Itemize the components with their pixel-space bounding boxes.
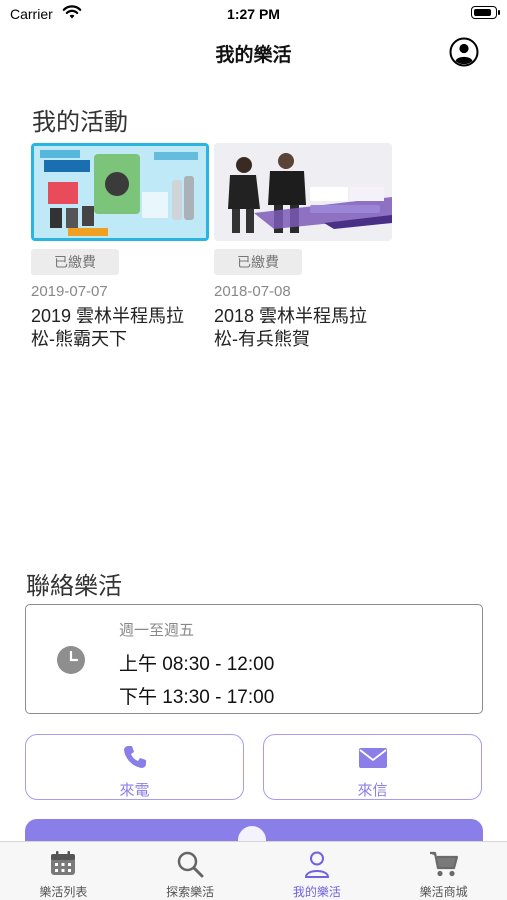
- business-days: 週一至週五: [119, 622, 195, 639]
- call-label: 來電: [119, 782, 150, 799]
- tab-bar: 樂活列表 探索樂活 我的樂活 樂活商城: [0, 841, 507, 900]
- morning-hours: 上午 08:30 - 12:00: [119, 654, 275, 675]
- status-time: 1:27 PM: [227, 6, 280, 22]
- event-title-line: 松-有兵熊賀: [214, 329, 310, 349]
- business-hours-box: 週一至週五 上午 08:30 - 12:00 下午 13:30 - 17:00: [25, 604, 483, 714]
- event-title: 2019 雲林半程馬拉 松-熊霸天下: [31, 305, 209, 351]
- phone-icon: [123, 746, 146, 768]
- event-date: 2018-07-08: [214, 283, 291, 300]
- status-badge: 已繳費: [31, 249, 119, 275]
- tab-label: 樂活列表: [39, 885, 88, 899]
- tab-my-lohas[interactable]: 我的樂活: [254, 842, 381, 900]
- afternoon-hours: 下午 13:30 - 17:00: [119, 687, 275, 708]
- person-icon: [304, 851, 329, 878]
- search-icon: [177, 851, 204, 878]
- event-date: 2019-07-07: [31, 283, 108, 300]
- my-activities-heading: 我的活動: [32, 109, 128, 136]
- tab-label: 樂活商城: [419, 885, 468, 899]
- event-banner-image: [214, 143, 392, 241]
- event-title-line: 松-熊霸天下: [31, 329, 127, 349]
- clock-icon: [57, 646, 85, 674]
- event-banner-image: [31, 143, 209, 241]
- tab-explore[interactable]: 探索樂活: [127, 842, 254, 900]
- battery-icon: [471, 6, 500, 19]
- profile-icon[interactable]: [449, 37, 479, 67]
- activity-card[interactable]: 已繳費 2018-07-08 2018 雲林半程馬拉 松-有兵熊賀: [214, 143, 392, 351]
- status-badge: 已繳費: [214, 249, 302, 275]
- mail-label: 來信: [357, 782, 388, 799]
- page-title: 我的樂活: [215, 45, 292, 66]
- calendar-icon: [51, 851, 76, 875]
- tab-shop[interactable]: 樂活商城: [380, 842, 507, 900]
- mail-button[interactable]: 來信: [263, 734, 482, 800]
- status-bar: Carrier 1:27 PM: [0, 0, 507, 28]
- event-title: 2018 雲林半程馬拉 松-有兵熊賀: [214, 305, 392, 351]
- event-title-line: 2018 雲林半程馬拉: [214, 306, 368, 326]
- tab-label: 我的樂活: [292, 885, 341, 899]
- tab-label: 探索樂活: [166, 885, 215, 899]
- cart-icon: [429, 851, 458, 877]
- battery-level: [473, 8, 491, 16]
- tab-activity-list[interactable]: 樂活列表: [0, 842, 127, 900]
- call-button[interactable]: 來電: [25, 734, 244, 800]
- event-title-line: 2019 雲林半程馬拉: [31, 306, 185, 326]
- contact-heading: 聯絡樂活: [26, 573, 122, 600]
- mail-icon: [358, 748, 387, 768]
- activity-card[interactable]: 已繳費 2019-07-07 2019 雲林半程馬拉 松-熊霸天下: [31, 143, 209, 351]
